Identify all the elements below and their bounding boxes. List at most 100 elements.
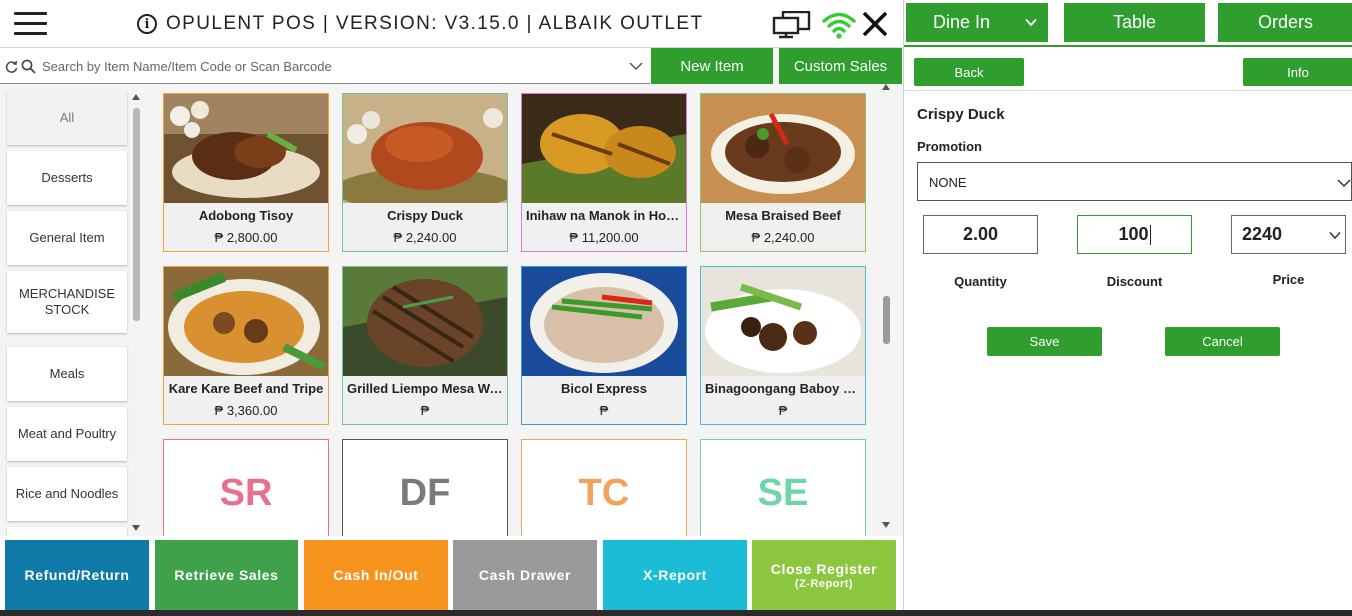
item-price: ₱ 2,800.00 <box>214 230 278 245</box>
category-item-rice-and-noodles[interactable]: Rice and Noodles <box>7 467 127 521</box>
item-card-crispy-duck[interactable]: Crispy Duck ₱ 2,240.00 <box>342 93 508 252</box>
item-price: ₱ <box>599 403 609 418</box>
dine-in-dropdown[interactable]: Dine In <box>906 3 1048 42</box>
new-item-button[interactable]: New Item <box>651 48 773 84</box>
button-label: Cash In/Out <box>333 567 419 583</box>
top-bar: i OPULENT POS | VERSION: V3.15.0 | ALBAI… <box>0 0 903 48</box>
wifi-icon[interactable] <box>821 11 857 39</box>
grid-scroll-up-arrow[interactable] <box>882 84 890 90</box>
custom-sales-button[interactable]: Custom Sales <box>779 48 902 84</box>
item-price: ₱ 2,240.00 <box>751 230 815 245</box>
price-value: 2240 <box>1242 224 1283 244</box>
item-price: ₱ 11,200.00 <box>569 230 639 245</box>
info-icon[interactable]: i <box>137 14 157 34</box>
close-register-button[interactable]: Close Register (Z-Report) <box>752 540 896 610</box>
item-card-grilled-liempo[interactable]: Grilled Liempo Mesa Way ₱ <box>342 266 508 425</box>
discount-field[interactable]: 100 <box>1077 215 1192 254</box>
search-input[interactable] <box>42 55 622 77</box>
category-scrollbar[interactable] <box>133 108 140 321</box>
category-item-meals[interactable]: Meals <box>7 347 127 401</box>
button-label: Close Register <box>770 560 878 577</box>
promotion-label: Promotion <box>917 139 982 154</box>
item-grid-scrollbar[interactable] <box>883 296 890 344</box>
category-item-general-item[interactable]: General Item <box>7 211 127 265</box>
button-label: Cash Drawer <box>478 567 572 583</box>
dine-in-label: Dine In <box>933 12 991 32</box>
item-card-mesa-braised-beef[interactable]: Mesa Braised Beef ₱ 2,240.00 <box>700 93 866 252</box>
item-card-df[interactable]: DF <box>342 439 508 536</box>
back-button[interactable]: Back <box>914 58 1024 86</box>
x-report-button[interactable]: X-Report <box>603 540 747 610</box>
monitor-icon[interactable] <box>772 11 812 39</box>
item-card-bicol-express[interactable]: Bicol Express ₱ <box>521 266 687 425</box>
close-icon[interactable] <box>861 10 889 38</box>
chevron-down-icon[interactable] <box>629 61 643 71</box>
menu-icon[interactable] <box>14 12 47 36</box>
item-name: Kare Kare Beef and Tripe <box>168 381 324 396</box>
refresh-icon[interactable] <box>5 60 18 73</box>
button-label: X-Report <box>643 567 707 583</box>
grid-scroll-down-arrow[interactable] <box>882 522 890 528</box>
discount-label: Discount <box>1106 274 1163 289</box>
order-detail-panel: Dine In Table Orders Back Info Crispy Du… <box>903 0 1352 610</box>
item-grid: Adobong Tisoy ₱ 2,800.00 Crispy Duck ₱ 2… <box>151 88 879 536</box>
search-bar <box>0 48 650 84</box>
cash-drawer-button[interactable]: Cash Drawer <box>453 540 597 610</box>
category-item-more[interactable] <box>7 527 127 536</box>
info-button[interactable]: Info <box>1243 58 1352 86</box>
orders-tab[interactable]: Orders <box>1218 3 1352 42</box>
divider <box>904 45 1352 47</box>
item-abbreviation: DF <box>399 472 451 514</box>
category-item-merchandise-stock[interactable]: MERCHANDISE STOCK <box>7 271 127 333</box>
quantity-value: 2.00 <box>962 224 999 244</box>
scroll-down-arrow[interactable] <box>132 525 140 531</box>
item-name: Mesa Braised Beef <box>725 208 841 223</box>
quantity-label: Quantity <box>954 274 1007 289</box>
item-image <box>164 94 328 203</box>
text-cursor <box>1149 224 1151 245</box>
item-name: Adobong Tisoy <box>198 208 294 223</box>
category-item-meat-and-poultry[interactable]: Meat and Poultry <box>7 407 127 461</box>
scroll-up-arrow[interactable] <box>132 94 140 100</box>
cash-in-out-button[interactable]: Cash In/Out <box>304 540 448 610</box>
item-card-inihaw-na-manok[interactable]: Inihaw na Manok in Honey ₱ 11,200.00 <box>521 93 687 252</box>
promotion-select[interactable]: NONE <box>917 162 1352 201</box>
category-item-all[interactable]: All <box>7 91 127 145</box>
chevron-down-icon <box>1329 231 1341 240</box>
item-card-se[interactable]: SE <box>700 439 866 536</box>
item-card-sr[interactable]: SR <box>163 439 329 536</box>
item-abbreviation: SE <box>757 472 809 514</box>
item-image <box>164 267 328 376</box>
button-label: Retrieve Sales <box>174 567 279 583</box>
item-image <box>522 94 686 203</box>
cancel-button[interactable]: Cancel <box>1165 327 1280 356</box>
pos-main-panel: i OPULENT POS | VERSION: V3.15.0 | ALBAI… <box>0 0 903 616</box>
item-card-tc[interactable]: TC <box>521 439 687 536</box>
item-abbreviation: SR <box>219 472 273 514</box>
button-label: Refund/Return <box>24 567 130 583</box>
item-card-adobong-tisoy[interactable]: Adobong Tisoy ₱ 2,800.00 <box>163 93 329 252</box>
item-image <box>522 267 686 376</box>
item-name: Inihaw na Manok in Honey <box>526 208 686 223</box>
item-image <box>701 94 865 203</box>
price-select[interactable]: 2240 <box>1231 215 1346 254</box>
item-image <box>343 267 507 376</box>
category-item-desserts[interactable]: Desserts <box>7 151 127 205</box>
price-label: Price <box>1272 272 1305 287</box>
item-price: ₱ <box>420 403 430 418</box>
table-tab[interactable]: Table <box>1064 3 1205 42</box>
quantity-field[interactable]: 2.00 <box>923 215 1038 254</box>
item-card-kare-kare[interactable]: Kare Kare Beef and Tripe ₱ 3,360.00 <box>163 266 329 425</box>
category-list: All Desserts General Item MERCHANDISE ST… <box>0 88 147 536</box>
item-card-binagoongang-baboy[interactable]: Binagoongang Baboy ni ... ₱ <box>700 266 866 425</box>
save-button[interactable]: Save <box>987 327 1102 356</box>
app-title: OPULENT POS | VERSION: V3.15.0 | ALBAIK … <box>166 13 704 34</box>
app-title-group: i OPULENT POS | VERSION: V3.15.0 | ALBAI… <box>137 11 703 37</box>
refund-return-button[interactable]: Refund/Return <box>5 540 149 610</box>
retrieve-sales-button[interactable]: Retrieve Sales <box>155 540 298 610</box>
item-name: Grilled Liempo Mesa Way <box>347 381 505 396</box>
item-name: Bicol Express <box>561 381 647 396</box>
divider <box>904 90 1352 91</box>
chevron-down-icon <box>1025 18 1037 27</box>
item-price: ₱ 3,360.00 <box>214 403 278 418</box>
